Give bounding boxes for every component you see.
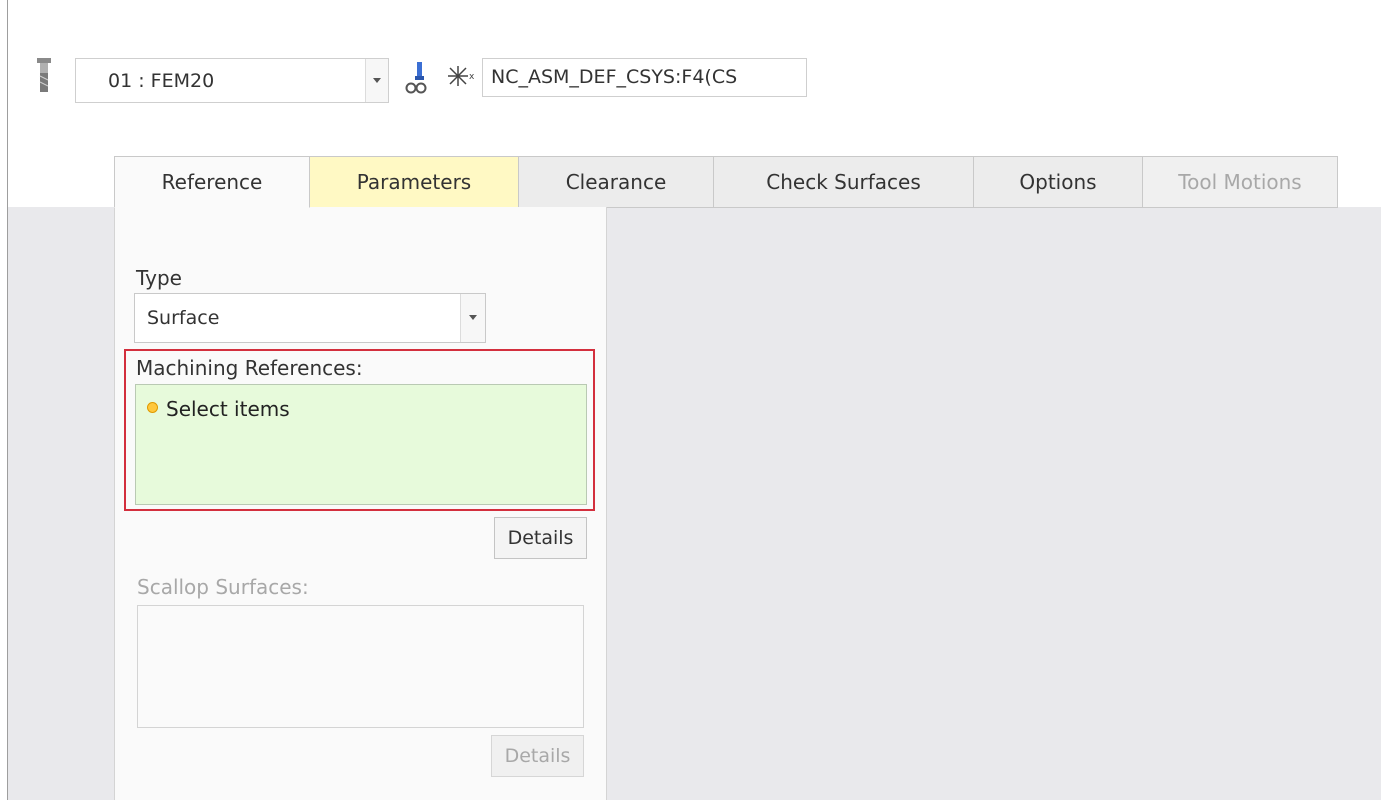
- dropdown-arrow-icon[interactable]: [365, 59, 388, 102]
- fixture-icon[interactable]: [404, 62, 430, 94]
- tab-check-surfaces[interactable]: Check Surfaces: [713, 156, 974, 208]
- type-label: Type: [136, 266, 182, 290]
- tool-selector[interactable]: 01 : FEM20: [75, 58, 389, 103]
- tab-parameters[interactable]: Parameters: [309, 156, 519, 208]
- svg-text:x: x: [469, 72, 475, 82]
- tab-options[interactable]: Options: [973, 156, 1143, 208]
- type-select-value: Surface: [147, 307, 220, 329]
- csys-reference-value: NC_ASM_DEF_CSYS:F4(CS: [491, 66, 738, 88]
- scallop-surfaces-label: Scallop Surfaces:: [137, 575, 309, 599]
- dropdown-arrow-icon[interactable]: [460, 294, 485, 342]
- type-select[interactable]: Surface: [134, 293, 486, 343]
- tool-selector-value: 01 : FEM20: [108, 70, 215, 92]
- scallop-surfaces-collector: [137, 605, 584, 728]
- tab-clearance[interactable]: Clearance: [518, 156, 714, 208]
- coordinate-system-icon[interactable]: x: [444, 64, 478, 88]
- csys-reference-field[interactable]: NC_ASM_DEF_CSYS:F4(CS: [482, 58, 807, 97]
- cutting-tool-icon: [37, 58, 51, 92]
- scallop-surfaces-details-button: Details: [491, 735, 584, 777]
- machining-references-collector[interactable]: Select items: [135, 384, 587, 505]
- machining-references-label: Machining References:: [136, 356, 363, 380]
- machining-references-details-button[interactable]: Details: [494, 517, 587, 559]
- tab-bar: Reference Parameters Clearance Check Sur…: [114, 156, 1338, 208]
- tab-tool-motions: Tool Motions: [1142, 156, 1338, 208]
- prompt-dot-icon: [147, 402, 158, 413]
- tab-reference[interactable]: Reference: [114, 156, 310, 208]
- select-items-prompt: Select items: [166, 397, 290, 421]
